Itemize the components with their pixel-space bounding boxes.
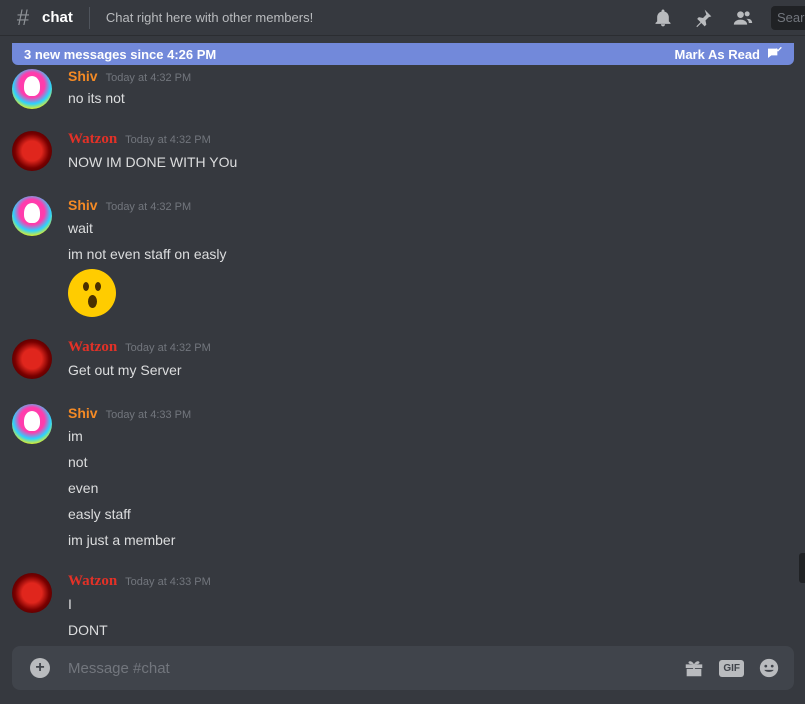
author-name[interactable]: Watzon: [68, 573, 117, 589]
message-header: Shiv Today at 4:33 PM: [68, 405, 191, 421]
message-text: not: [68, 454, 88, 470]
gif-button[interactable]: GIF: [719, 659, 744, 677]
new-messages-text[interactable]: 3 new messages since 4:26 PM: [24, 47, 216, 62]
new-messages-bar[interactable]: 3 new messages since 4:26 PM Mark As Rea…: [12, 43, 794, 65]
channel-header: # chat Chat right here with other member…: [0, 0, 805, 36]
message-text: no its not: [68, 90, 125, 106]
message-header: Watzon Today at 4:33 PM: [68, 573, 211, 590]
message-timestamp: Today at 4:32 PM: [105, 72, 192, 84]
search-input[interactable]: Search: [771, 6, 805, 30]
mark-as-read-button[interactable]: Mark As Read: [675, 46, 783, 62]
message-list: Shiv Today at 4:32 PM no its not Watzon To…: [0, 65, 805, 645]
avatar[interactable]: [12, 573, 52, 613]
hushed-face-emoji-icon[interactable]: [68, 269, 116, 317]
author-name[interactable]: Watzon: [68, 131, 117, 147]
gif-label: GIF: [719, 659, 744, 677]
avatar[interactable]: [12, 339, 52, 379]
composer-toolbar: GIF: [669, 646, 780, 690]
message-text: im not even staff on easly: [68, 246, 227, 262]
pin-icon[interactable]: [691, 6, 715, 30]
author-name[interactable]: Shiv: [68, 405, 98, 421]
message-header: Shiv Today at 4:32 PM: [68, 68, 191, 84]
author-name[interactable]: Shiv: [68, 68, 98, 84]
emoji-picker-icon[interactable]: [758, 657, 780, 679]
gift-icon[interactable]: [683, 657, 705, 679]
bell-icon[interactable]: [651, 6, 675, 30]
author-name[interactable]: Watzon: [68, 339, 117, 355]
message-header: Watzon Today at 4:32 PM: [68, 339, 211, 356]
channel-name: chat: [42, 9, 73, 26]
mark-as-read-label: Mark As Read: [674, 46, 761, 62]
mark-read-icon: [768, 46, 782, 58]
message-timestamp: Today at 4:32 PM: [125, 342, 211, 354]
add-attachment-icon[interactable]: +: [30, 658, 50, 678]
avatar[interactable]: [12, 404, 52, 444]
message-text: DONT: [68, 622, 108, 638]
message-composer: + GIF: [12, 646, 794, 690]
avatar[interactable]: [12, 69, 52, 109]
message-text: wait: [68, 220, 93, 236]
message-timestamp: Today at 4:33 PM: [125, 576, 211, 588]
message-input[interactable]: [68, 659, 628, 677]
message-text: I: [68, 596, 72, 612]
author-name[interactable]: Shiv: [68, 197, 98, 213]
message-text: easly staff: [68, 506, 131, 522]
header-divider: [88, 6, 90, 29]
avatar[interactable]: [12, 196, 52, 236]
message-timestamp: Today at 4:33 PM: [105, 409, 192, 421]
message-timestamp: Today at 4:32 PM: [125, 134, 211, 146]
message-timestamp: Today at 4:32 PM: [105, 201, 192, 213]
message-text: even: [68, 480, 99, 496]
channel-topic[interactable]: Chat right here with other members!: [106, 10, 313, 25]
message-text: im just a member: [68, 532, 176, 548]
hashtag-icon: #: [16, 4, 30, 30]
message-text: im: [68, 428, 83, 444]
message-text: Get out my Server: [68, 362, 182, 378]
message-header: Watzon Today at 4:32 PM: [68, 131, 211, 148]
message-header: Shiv Today at 4:32 PM: [68, 197, 191, 213]
message-text: NOW IM DONE WITH YOu: [68, 154, 238, 170]
member-list-icon[interactable]: [731, 6, 755, 30]
header-toolbar: Search: [651, 0, 805, 36]
avatar[interactable]: [12, 131, 52, 171]
scrollbar-thumb[interactable]: [799, 553, 805, 583]
